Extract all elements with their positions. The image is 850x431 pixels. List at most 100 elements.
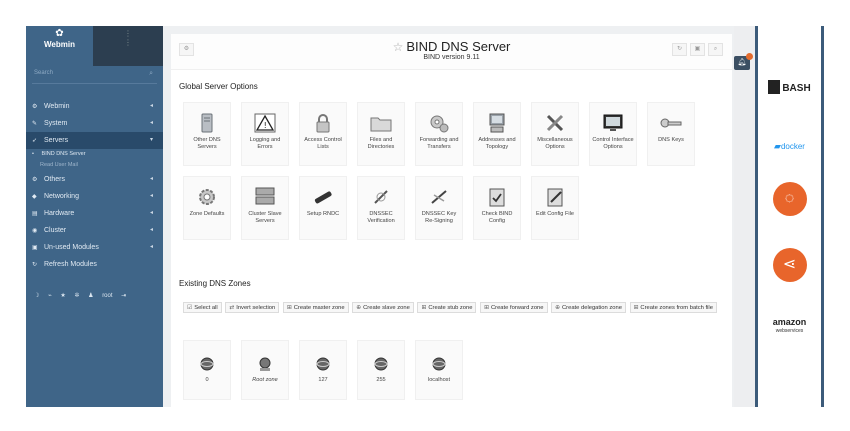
sidebar-item-servers[interactable]: ➶ Servers ▾ (26, 132, 163, 149)
tile-setup-rndc[interactable]: Setup RNDC (299, 176, 347, 240)
sidebar-item-webmin[interactable]: ⚙ Webmin ◂ (26, 98, 163, 115)
create-slave-zone-button[interactable]: ⊕ Create slave zone (352, 302, 414, 313)
sidebar-item-label: Webmin (43, 103, 70, 110)
main-panel: ⚙ ☆ BIND DNS Server BIND version 9.11 ↻ ▣… (171, 34, 732, 407)
favorite-star-icon[interactable]: ☆ (393, 40, 404, 54)
docker-whale-icon: ▰ (774, 141, 781, 151)
tile-dnssec-resigning[interactable]: DNSSEC Key Re-Signing (415, 176, 463, 240)
sidebar-item-unused-modules[interactable]: ▣ Un-used Modules ◂ (26, 239, 163, 256)
sidebar-menu: ⚙ Webmin ◂ ✎ System ◂ ➶ Servers ▾ • BIND… (26, 98, 163, 273)
refresh-button[interactable]: ↻ (672, 43, 687, 56)
sidebar-item-refresh-modules[interactable]: ↻ Refresh Modules (26, 256, 163, 273)
tile-miscellaneous[interactable]: Miscellaneous Options (531, 102, 579, 166)
tile-access-control[interactable]: Access Control Lists (299, 102, 347, 166)
notification-button[interactable]: 🔔︎ (734, 53, 753, 70)
remote-icon (312, 187, 334, 207)
invert-selection-button[interactable]: ⇄ Invert selection (225, 302, 280, 313)
tile-dnssec-verification[interactable]: DNSSEC Verification (357, 176, 405, 240)
sidebar-item-system[interactable]: ✎ System ◂ (26, 115, 163, 132)
search-input[interactable]: Search ⌕ (32, 70, 157, 84)
sidebar-item-label: Refresh Modules (43, 261, 97, 268)
sidebar-item-label: Others (43, 176, 65, 183)
sidebar-subitem-bind[interactable]: • BIND DNS Server (26, 149, 163, 160)
puzzle-icon: ▣ (32, 245, 38, 251)
tile-label: DNSSEC Verification (367, 211, 395, 224)
sidebar-item-cluster[interactable]: ◉ Cluster ◂ (26, 222, 163, 239)
page-header: ⚙ ☆ BIND DNS Server BIND version 9.11 ↻ ▣… (171, 34, 732, 70)
tile-cluster-slave-servers[interactable]: Cluster Slave Servers (241, 176, 289, 240)
chevron-down-icon: ▾ (149, 137, 153, 143)
create-forward-zone-button[interactable]: ⊞ Create forward zone (480, 302, 548, 313)
ubuntu-icon: ◌ (772, 182, 807, 216)
brand[interactable]: ✿ Webmin (26, 26, 93, 66)
lock-icon (312, 113, 334, 133)
wrench-icon: ✎ (32, 121, 38, 127)
tile-label: Cluster Slave Servers (248, 211, 282, 224)
tile-label: Edit Config File (536, 211, 574, 217)
moon-icon[interactable]: ☽ (34, 293, 39, 299)
bash-text: BASH (782, 83, 811, 94)
tile-forwarding-transfers[interactable]: Forwarding and Transfers (415, 102, 463, 166)
computer-icon (486, 113, 508, 133)
create-stub-zone-button[interactable]: ⊞ Create stub zone (417, 302, 477, 313)
sidebar-subitem-label: Read User Mail (40, 162, 78, 168)
select-all-button[interactable]: ☑ Select all (183, 302, 222, 313)
search-placeholder: Search (34, 70, 54, 76)
search-button[interactable]: ⌕ (708, 43, 723, 56)
global-options-heading: Global Server Options (179, 82, 258, 91)
tile-label: Files and Directories (367, 137, 395, 150)
zone-globe-icon (315, 357, 331, 371)
plus-icon: ⊕ (356, 305, 362, 311)
zone-item-localhost[interactable]: localhost (415, 340, 463, 400)
tile-edit-config[interactable]: Edit Config File (531, 176, 579, 240)
tile-label: Check BIND Config (481, 211, 513, 224)
tile-addresses-topology[interactable]: Addresses and Topology (473, 102, 521, 166)
user-icon[interactable]: ♟ (88, 293, 93, 299)
button-label: Create delegation zone (561, 305, 622, 311)
tile-zone-defaults[interactable]: Zone Defaults (183, 176, 231, 240)
title-block: ☆ BIND DNS Server BIND version 9.11 (171, 39, 732, 61)
cluster-icon: ◉ (32, 228, 38, 234)
bash-icon (768, 79, 781, 94)
tile-check-config[interactable]: Check BIND Config (473, 176, 521, 240)
chevron-left-icon: ◂ (149, 244, 153, 250)
zone-item-127[interactable]: 127 (299, 340, 347, 400)
secondary-tab[interactable]: ⋮ ⋮ (93, 26, 163, 66)
webmin-logo-icon: ✿ (55, 28, 64, 39)
brand-name: Webmin (44, 40, 75, 49)
apply-button[interactable]: ▣ (690, 43, 705, 56)
username[interactable]: root (102, 293, 112, 299)
create-master-zone-button[interactable]: ⊞ Create master zone (282, 302, 349, 313)
zone-item-0[interactable]: 0 (183, 340, 231, 400)
sidebar-item-others[interactable]: ⚙ Others ◂ (26, 171, 163, 188)
logout-icon[interactable]: ⇥ (121, 293, 126, 299)
sidebar-item-networking[interactable]: ◆ Networking ◂ (26, 188, 163, 205)
zone-label: Root zone (252, 377, 278, 383)
create-zones-batch-button[interactable]: ⊞ Create zones from batch file (629, 302, 717, 313)
app-frame: ✿ Webmin ⋮ ⋮ Search ⌕ ⚙ Webmin ◂ ✎ System… (26, 26, 824, 407)
bash-logo: BASH (758, 78, 821, 96)
tile-label: Control Interface Options (592, 137, 634, 150)
tile-logging-errors[interactable]: ! Logging and Errors (241, 102, 289, 166)
tile-other-dns-servers[interactable]: Other DNS Servers (183, 102, 231, 166)
tile-label: Forwarding and Transfers (419, 137, 459, 150)
sidebar-item-hardware[interactable]: ▤ Hardware ◂ (26, 205, 163, 222)
sidebar-item-label: Hardware (43, 210, 75, 217)
dnssec-resign-icon (428, 187, 450, 207)
zone-item-255[interactable]: 255 (357, 340, 405, 400)
notification-badge (746, 53, 753, 60)
aws-subtext: webservices (775, 328, 804, 334)
bell-icon: 🔔︎ (737, 59, 747, 66)
sidebar-subitem-mail[interactable]: Read User Mail (26, 160, 163, 171)
dnssec-verify-icon (370, 187, 392, 207)
tile-files-directories[interactable]: Files and Directories (357, 102, 405, 166)
create-delegation-zone-button[interactable]: ⊕ Create delegation zone (551, 302, 626, 313)
star-icon[interactable]: ★ (60, 293, 65, 299)
terminal-icon[interactable]: ⌁ (48, 293, 52, 299)
network-icon: ◆ (32, 194, 37, 200)
settings-icon[interactable]: ✲ (74, 293, 79, 299)
tile-dns-keys[interactable]: DNS Keys (647, 102, 695, 166)
zone-item-root[interactable]: Root zone (241, 340, 289, 400)
page-subtitle: BIND version 9.11 (423, 54, 480, 61)
tile-control-interface[interactable]: Control Interface Options (589, 102, 637, 166)
